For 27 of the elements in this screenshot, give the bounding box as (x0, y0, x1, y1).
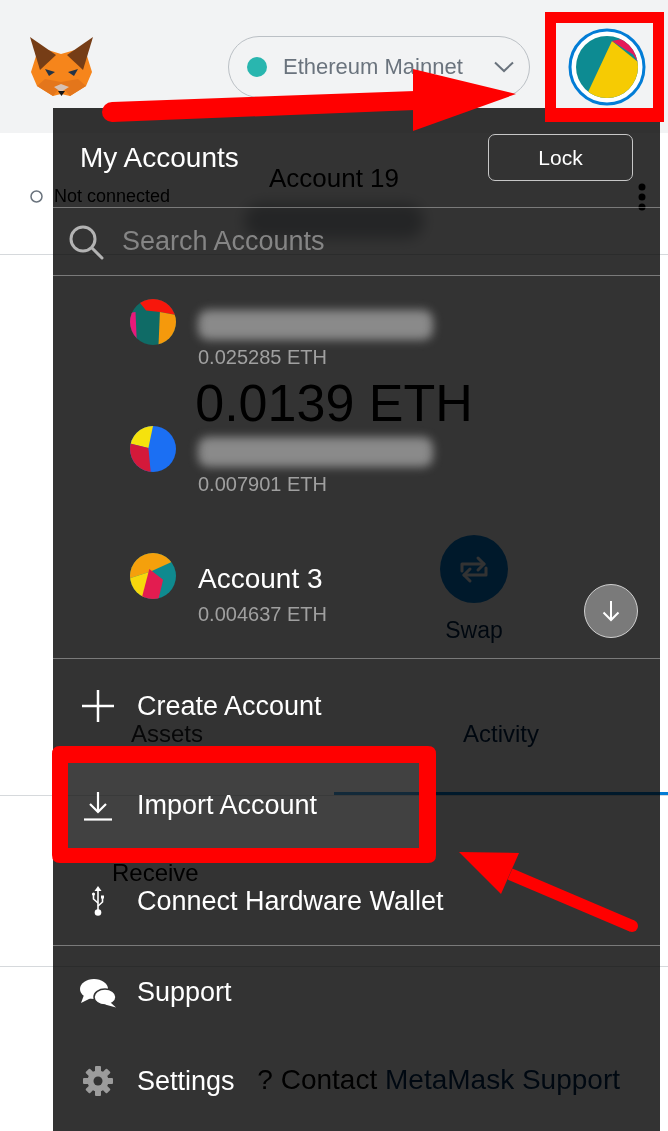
account-balance: 0.004637 ETH (198, 602, 327, 627)
create-account-item[interactable]: Create Account (53, 659, 328, 723)
import-account-item[interactable]: Import Account (68, 763, 419, 848)
status-circle-icon (30, 189, 43, 203)
avatar-icon[interactable] (568, 27, 646, 106)
support-item[interactable]: Support (53, 946, 238, 1039)
lock-button[interactable]: Lock (488, 134, 633, 181)
chat-bubbles-icon (79, 977, 117, 1008)
avatar-icon (130, 553, 176, 599)
download-icon (83, 790, 113, 821)
account-balance: 0.007901 ETH (198, 472, 327, 497)
account-name[interactable]: Account 3 (198, 561, 323, 597)
network-selector[interactable]: Ethereum Mainnet (228, 35, 530, 98)
menu-title: My Accounts (80, 140, 239, 175)
avatar-icon (130, 299, 176, 345)
avatar-icon (130, 426, 176, 472)
search-field[interactable]: Search Accounts (122, 211, 640, 272)
account-balance: 0.025285 ETH (198, 345, 327, 370)
hardware-wallet-item[interactable]: Connect Hardware Wallet (53, 886, 450, 945)
fox-logo-icon (28, 35, 95, 98)
settings-item[interactable]: Settings (53, 1039, 241, 1131)
search-icon (68, 223, 104, 260)
usb-icon (91, 886, 105, 916)
plus-icon (82, 690, 114, 722)
chevron-down-icon (493, 60, 515, 73)
scroll-down-button[interactable] (584, 584, 638, 638)
network-dot-icon (247, 56, 267, 77)
